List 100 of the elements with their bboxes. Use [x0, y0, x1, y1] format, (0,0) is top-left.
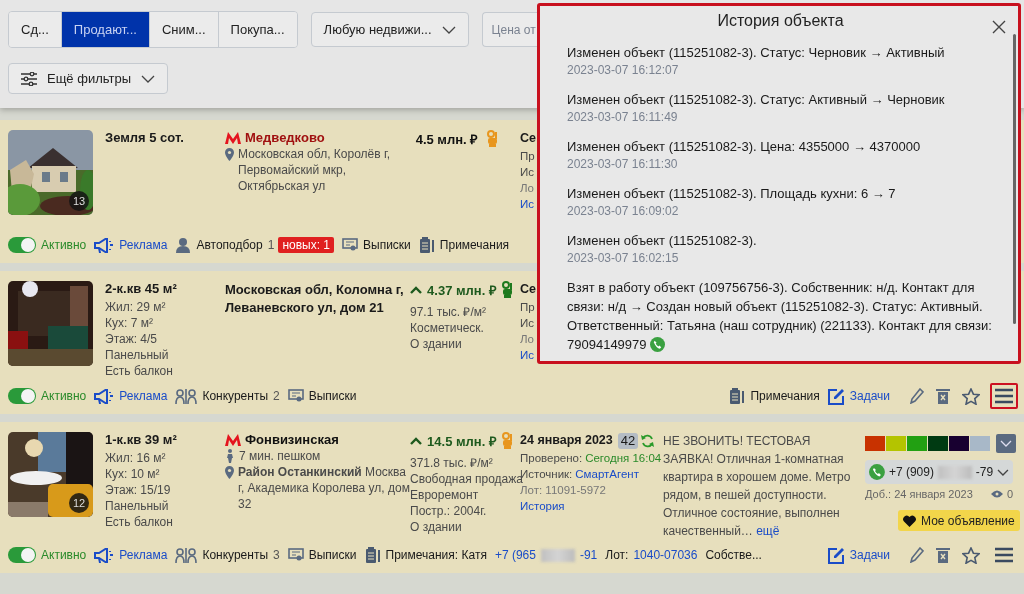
history-time: 2023-03-07 16:09:02 [567, 203, 679, 220]
phone-link[interactable]: +7 (965 [494, 548, 536, 562]
megaphone-icon [94, 388, 115, 404]
walking-person-icon [225, 449, 235, 463]
star-icon[interactable] [960, 544, 982, 566]
deal-type-tab[interactable]: Сним... [149, 12, 219, 47]
price: 4.37 млн. ₽ [426, 282, 498, 300]
deal-type-tab[interactable]: Сд... [9, 12, 62, 47]
ads-link[interactable]: Реклама [94, 547, 168, 563]
source-label: Ис [520, 316, 534, 331]
deal-type-tab[interactable]: Покупа... [218, 12, 297, 47]
trash-icon[interactable] [934, 545, 952, 565]
pencil-icon[interactable] [908, 386, 926, 406]
price: 4.5 млн. ₽ [414, 131, 480, 149]
deal-type-tab[interactable]: Продают... [61, 12, 150, 47]
notes-link[interactable]: Примечания: Катя [364, 547, 487, 563]
price: 14.5 млн. ₽ [426, 433, 498, 451]
source-label: Ис [520, 165, 534, 180]
megaphone-icon [94, 547, 115, 563]
listing-title: 2-к.кв 45 м² [105, 281, 177, 297]
scrollbar[interactable] [1013, 34, 1016, 324]
my-listing-button[interactable]: Мое объявление [898, 510, 1020, 531]
clipboard-icon [364, 547, 381, 563]
statements-link[interactable]: Выписки [287, 389, 357, 403]
pin-icon [225, 148, 234, 161]
notes-link[interactable]: Примечания [729, 388, 820, 404]
statements-link[interactable]: Выписки [342, 238, 411, 252]
trash-icon[interactable] [934, 386, 952, 406]
color-swatch[interactable] [865, 436, 885, 451]
color-swatch[interactable] [907, 436, 927, 451]
ads-link[interactable]: Реклама [94, 237, 168, 253]
ads-link[interactable]: Реклама [94, 388, 168, 404]
property-type-dropdown[interactable]: Любую недвижи... [310, 12, 469, 47]
history-link[interactable]: История [520, 498, 565, 514]
menu-icon[interactable] [990, 383, 1018, 409]
person-icon [175, 237, 192, 253]
history-link[interactable]: Ис [520, 196, 534, 212]
close-icon[interactable] [992, 20, 1006, 34]
checked-label: Пр [520, 300, 535, 315]
listing-detail: Этаж: 15/19 [105, 482, 171, 498]
phone-link[interactable]: -91 [579, 548, 598, 562]
history-entry: Взят в работу объект (109756756-3). Собственник: н/д. Контакт для связи: н/д → Создан новый объект (115251082-3). Статус: Активный. Ответственный: Татьяна (наш сотрудник) (221133). Контакт для связи: 79094149979 [567, 279, 993, 354]
toggle-switch[interactable] [8, 547, 36, 563]
heart-icon [903, 514, 916, 527]
color-swatch[interactable] [886, 436, 906, 451]
certificate-icon [342, 238, 359, 252]
color-dropdown-button[interactable] [996, 434, 1016, 453]
lot-link[interactable]: 1040-07036 [633, 548, 698, 562]
new-count-badge: новых: 1 [278, 237, 335, 253]
refresh-icon [641, 434, 655, 448]
lot-label: Лот: [605, 548, 629, 562]
status-label: Активно [41, 389, 87, 403]
source-link[interactable]: СмартАгент [575, 466, 639, 482]
notes-link[interactable]: Примечания [418, 237, 510, 253]
edit-icon [827, 546, 845, 564]
history-entry: Изменен объект (115251082-3). [567, 232, 757, 250]
address: Московская обл, Королёв г, Первомайский мкр, Октябрьская ул [238, 146, 392, 194]
pencil-icon[interactable] [908, 545, 926, 565]
listing-detail: Панельный [105, 498, 169, 514]
price-detail: Постр.: 2004г. [410, 503, 487, 519]
listing-detail: Жил: 16 м² [105, 450, 166, 466]
more-filters-button[interactable]: Ещё фильтры [8, 63, 169, 94]
history-entry: Изменен объект (115251082-3). Площадь кухни: 6 → 7 [567, 185, 896, 203]
autoselect-link[interactable]: Автоподбор 1 [175, 237, 275, 253]
statements-link[interactable]: Выписки [287, 548, 357, 562]
status-label: Активно [41, 238, 87, 252]
people-icon [175, 388, 198, 404]
toggle-switch[interactable] [8, 388, 36, 404]
color-swatch[interactable] [928, 436, 948, 451]
lot-number: Лот: 11091-5972 [520, 484, 606, 498]
blurred-text [540, 548, 575, 562]
metro-icon [225, 132, 241, 144]
clipboard-icon [418, 237, 435, 253]
megaphone-icon [94, 237, 115, 253]
sliders-icon [21, 71, 37, 86]
price-detail: Евроремонт [410, 488, 479, 503]
competitors-link[interactable]: Конкуренты 3 [175, 547, 280, 563]
star-icon[interactable] [960, 385, 982, 407]
status-label: Активно [41, 548, 87, 562]
tasks-link[interactable]: Задачи [827, 387, 890, 405]
price-detail: 371.8 тыс. ₽/м² [410, 455, 493, 471]
toggle-switch[interactable] [8, 237, 36, 253]
color-swatch[interactable] [970, 436, 990, 451]
history-link[interactable]: Ис [520, 347, 534, 363]
phone-icon [869, 464, 885, 480]
price-detail: О здании [410, 519, 462, 535]
view-count: 0 [1006, 487, 1013, 502]
history-entry: Изменен объект (115251082-3). Статус: Активный → Черновик [567, 91, 945, 109]
listing-title: Земля 5 сот. [105, 130, 184, 146]
price-detail: 97.1 тыс. ₽/м² [410, 304, 487, 320]
competitors-link[interactable]: Конкуренты 2 [175, 388, 280, 404]
history-entry: Изменен объект (115251082-3). Статус: Черновик → Активный [567, 44, 945, 62]
checked-label: Проверено: [520, 451, 583, 466]
phone-button[interactable]: +7 (909) -79 [865, 460, 1013, 484]
address: Район Останкинский Москва г, Академика Королева ул, дом 32 [238, 464, 410, 512]
listing-date: Се [520, 281, 536, 297]
history-time: 2023-03-07 16:12:07 [567, 62, 679, 79]
tasks-link[interactable]: Задачи [827, 546, 890, 564]
color-swatch[interactable] [949, 436, 969, 451]
more-link[interactable]: ещё [756, 524, 780, 538]
